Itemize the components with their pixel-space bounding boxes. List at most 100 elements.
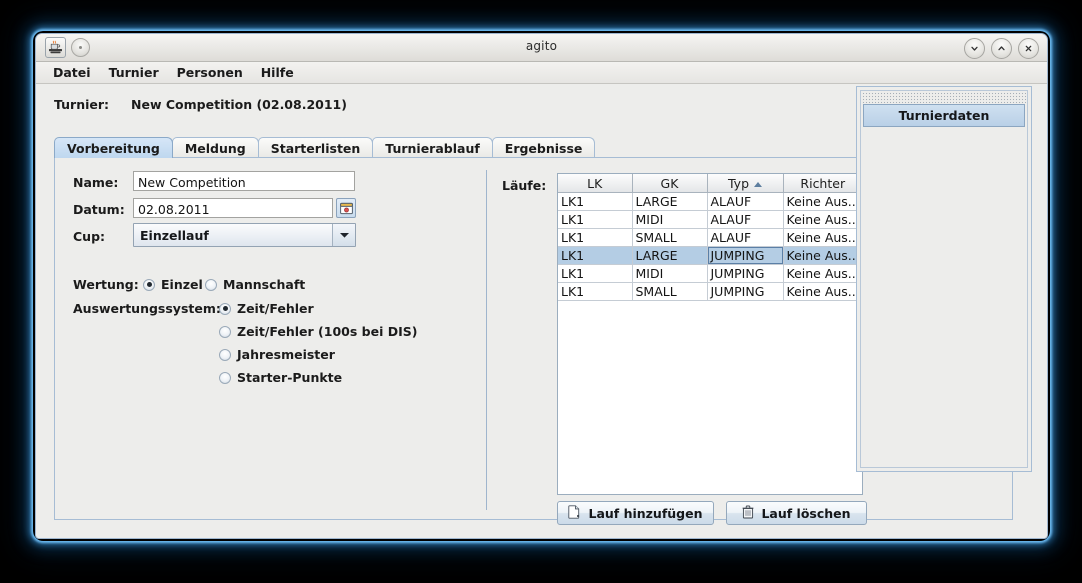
lauf-loeschen-label: Lauf löschen [761,506,850,521]
cell-gk[interactable]: SMALL [632,229,707,247]
close-button[interactable] [1018,38,1039,59]
auswertung-option-jahresmeister[interactable]: Jahresmeister [219,347,335,362]
table-row[interactable]: LK1 LARGE ALAUF Keine Aus... [558,193,862,211]
datum-input[interactable] [133,198,333,218]
radio-jahresmeister-label: Jahresmeister [237,347,335,362]
laufe-label: Läufe: [502,178,546,193]
auswertung-option-zeit-fehler[interactable]: Zeit/Fehler [219,301,314,316]
cell-richter[interactable]: Keine Aus... [783,247,862,265]
laufe-table-container[interactable]: LK GK Typ Richter LK1 LARGE [557,173,863,495]
new-document-icon [568,505,581,522]
cell-lk[interactable]: LK1 [558,265,632,283]
tab-vorbereitung[interactable]: Vorbereitung [54,137,173,158]
tab-ergebnisse[interactable]: Ergebnisse [492,137,596,158]
window-title: agito [36,39,1047,53]
column-header-gk[interactable]: GK [632,174,707,193]
trash-icon [742,505,754,522]
cell-richter[interactable]: Keine Aus... [783,265,862,283]
dock-item-turnierdaten[interactable]: Turnierdaten [863,104,1025,127]
menu-hilfe[interactable]: Hilfe [252,63,303,83]
lauf-hinzufuegen-label: Lauf hinzufügen [588,506,702,521]
drag-handle[interactable] [862,92,1026,103]
tab-starterlisten[interactable]: Starterlisten [258,137,374,158]
cell-gk[interactable]: SMALL [632,283,707,301]
cup-label: Cup: [73,229,105,244]
menu-datei[interactable]: Datei [44,63,100,83]
column-header-richter[interactable]: Richter [783,174,862,193]
cell-lk[interactable]: LK1 [558,193,632,211]
radio-zeit-fehler-label: Zeit/Fehler [237,301,314,316]
application-window: agito Datei Turnier Personen Hilfe [35,33,1048,539]
cell-lk[interactable]: LK1 [558,211,632,229]
sort-ascending-icon [754,182,762,187]
table-row[interactable]: LK1 MIDI JUMPING Keine Aus... [558,265,862,283]
radio-starter-punkte[interactable] [219,372,231,384]
menu-turnier[interactable]: Turnier [100,63,168,83]
title-bar[interactable]: agito [36,34,1047,62]
wertung-option-einzel[interactable]: Einzel [143,277,203,292]
column-header-lk[interactable]: LK [558,174,632,193]
wertung-label: Wertung: [73,277,139,292]
cell-richter[interactable]: Keine Aus... [783,229,862,247]
table-row[interactable]: LK1 SMALL JUMPING Keine Aus... [558,283,862,301]
tab-meldung[interactable]: Meldung [172,137,259,158]
table-row[interactable]: LK1 MIDI ALAUF Keine Aus... [558,211,862,229]
cup-select-value: Einzellauf [134,228,332,243]
cell-lk[interactable]: LK1 [558,283,632,301]
column-header-typ-label: Typ [728,176,749,191]
cell-richter[interactable]: Keine Aus... [783,283,862,301]
cell-typ[interactable]: JUMPING [707,265,783,283]
tab-turnierablauf[interactable]: Turnierablauf [372,137,492,158]
radio-jahresmeister[interactable] [219,349,231,361]
cell-typ-focused[interactable]: JUMPING [707,247,783,265]
chevron-down-icon[interactable] [332,224,355,246]
table-row[interactable]: LK1 SMALL ALAUF Keine Aus... [558,229,862,247]
cup-select[interactable]: Einzellauf [133,223,356,247]
table-header-row: LK GK Typ Richter [558,174,862,193]
lauf-loeschen-button[interactable]: Lauf löschen [726,501,867,525]
auswertung-option-zeit-fehler-dis[interactable]: Zeit/Fehler (100s bei DIS) [219,324,417,339]
window-controls [964,38,1039,59]
column-header-richter-label: Richter [800,176,845,191]
cell-gk[interactable]: LARGE [632,247,707,265]
desktop-background: agito Datei Turnier Personen Hilfe [0,0,1082,583]
radio-einzel[interactable] [143,279,155,291]
maximize-button[interactable] [991,38,1012,59]
radio-zeit-fehler-dis[interactable] [219,326,231,338]
cell-richter[interactable]: Keine Aus... [783,193,862,211]
radio-einzel-label: Einzel [161,277,203,292]
minimize-button[interactable] [964,38,985,59]
cell-gk[interactable]: LARGE [632,193,707,211]
menu-bar: Datei Turnier Personen Hilfe [36,62,1047,84]
radio-mannschaft[interactable] [205,279,217,291]
radio-zeit-fehler[interactable] [219,303,231,315]
cell-gk[interactable]: MIDI [632,265,707,283]
name-input[interactable] [133,171,355,191]
cell-typ[interactable]: ALAUF [707,193,783,211]
auswertung-option-starter-punkte[interactable]: Starter-Punkte [219,370,342,385]
calendar-icon[interactable] [336,198,356,218]
cell-typ[interactable]: ALAUF [707,211,783,229]
datum-label: Datum: [73,202,125,217]
tournament-label: Turnier: [54,97,109,112]
column-header-lk-label: LK [587,176,602,191]
tournament-header: Turnier: New Competition (02.08.2011) [54,97,347,112]
column-header-typ[interactable]: Typ [707,174,783,193]
cell-lk[interactable]: LK1 [558,247,632,265]
wertung-option-mannschaft[interactable]: Mannschaft [205,277,305,292]
cell-richter[interactable]: Keine Aus... [783,211,862,229]
wertung-label-row: Wertung: [73,277,139,292]
laufe-section: Läufe: LK GK Typ Richter [497,168,867,513]
cell-typ[interactable]: JUMPING [707,283,783,301]
laufe-table: LK GK Typ Richter LK1 LARGE [558,174,862,301]
cell-typ[interactable]: ALAUF [707,229,783,247]
lauf-hinzufuegen-button[interactable]: Lauf hinzufügen [557,501,714,525]
auswertungssystem-label-row: Auswertungssystem: [73,301,221,316]
menu-personen[interactable]: Personen [168,63,252,83]
cell-gk[interactable]: MIDI [632,211,707,229]
tournament-name: New Competition (02.08.2011) [131,97,347,112]
radio-mannschaft-label: Mannschaft [223,277,305,292]
table-row-selected[interactable]: LK1 LARGE JUMPING Keine Aus... [558,247,862,265]
cell-lk[interactable]: LK1 [558,229,632,247]
auswertungssystem-label: Auswertungssystem: [73,301,221,316]
